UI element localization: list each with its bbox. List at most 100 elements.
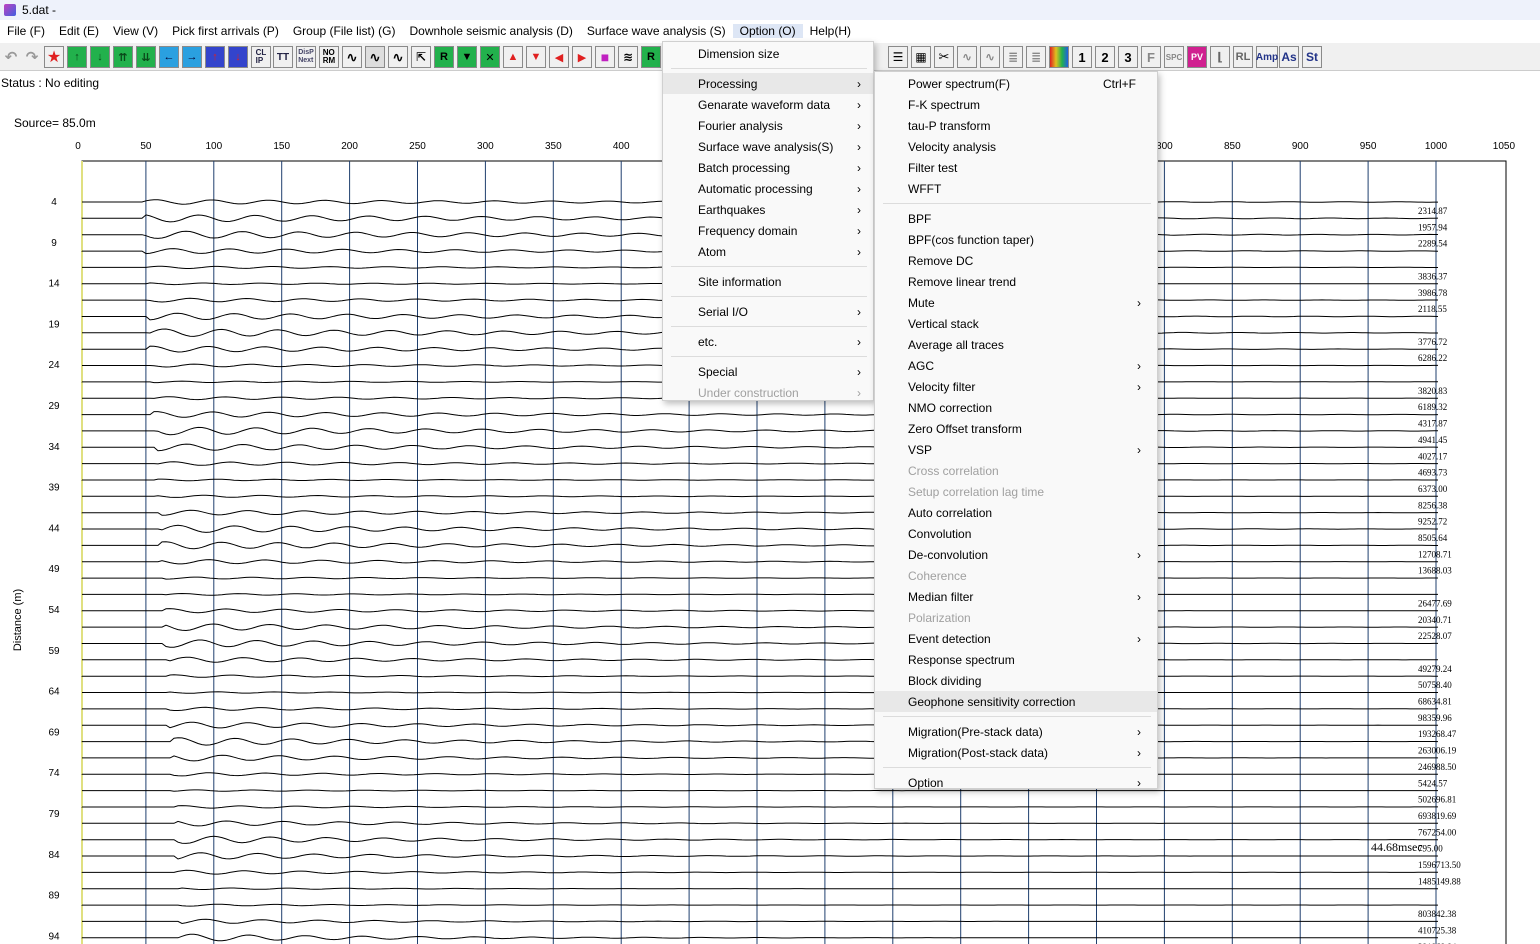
menu-item-remove-dc[interactable]: Remove DC: [875, 250, 1157, 271]
undo-icon[interactable]: ↶: [1, 46, 21, 68]
menu-item-convolution[interactable]: Convolution: [875, 523, 1157, 544]
menu-item-batch-processing[interactable]: Batch processing ›: [663, 157, 873, 178]
x-green-icon[interactable]: ✕: [480, 46, 500, 68]
r-green-button-2[interactable]: R: [641, 46, 661, 68]
arrow-down-icon[interactable]: ↓: [90, 46, 110, 68]
menu-item-remove-linear-trend[interactable]: Remove linear trend: [875, 271, 1157, 292]
clip-button[interactable]: CL IP: [251, 46, 271, 68]
menu-item-average-all-traces[interactable]: Average all traces: [875, 334, 1157, 355]
menu-pick-first-arrivals[interactable]: Pick first arrivals (P): [165, 24, 286, 38]
triangle-left-icon[interactable]: ◀: [549, 46, 569, 68]
waves-icon[interactable]: ≋: [618, 46, 638, 68]
st-button[interactable]: St: [1302, 46, 1322, 68]
cursor-icon[interactable]: ⇱: [411, 46, 431, 68]
menu-item-vsp[interactable]: VSP ›: [875, 439, 1157, 460]
menu-item-serial-i-o[interactable]: Serial I/O ›: [663, 301, 873, 322]
triangle-up-icon[interactable]: ▲: [503, 46, 523, 68]
menu-item-processing[interactable]: Processing ›: [663, 73, 873, 94]
redo-icon[interactable]: ↷: [22, 46, 42, 68]
menu-item-nmo-correction[interactable]: NMO correction: [875, 397, 1157, 418]
red-up-icon[interactable]: ↑: [205, 46, 225, 68]
star-icon[interactable]: ★: [44, 46, 64, 68]
wave-dim-icon[interactable]: ∿: [957, 46, 977, 68]
menu-item-zero-offset-transform[interactable]: Zero Offset transform: [875, 418, 1157, 439]
menu-item-f-k-spectrum[interactable]: F-K spectrum: [875, 94, 1157, 115]
lines-icon[interactable]: ☰: [888, 46, 908, 68]
r-green-button[interactable]: R: [434, 46, 454, 68]
menu-item-special[interactable]: Special ›: [663, 361, 873, 382]
menu-item-earthquakes[interactable]: Earthquakes ›: [663, 199, 873, 220]
menu-group[interactable]: Group (File list) (G): [286, 24, 403, 38]
menu-item-surface-wave-analysis-s[interactable]: Surface wave analysis(S) ›: [663, 136, 873, 157]
norm-button[interactable]: NO RM: [319, 46, 339, 68]
menu-item-de-convolution[interactable]: De-convolution ›: [875, 544, 1157, 565]
wave-pick-icon[interactable]: ∿: [365, 46, 385, 68]
wave-icon[interactable]: ∿: [342, 46, 362, 68]
red-down-icon[interactable]: ↓: [228, 46, 248, 68]
arrow-up-icon[interactable]: ↑: [67, 46, 87, 68]
menu-item-genarate-waveform-data[interactable]: Genarate waveform data ›: [663, 94, 873, 115]
button-3[interactable]: 3: [1118, 46, 1138, 68]
scissors-icon[interactable]: ✂: [934, 46, 954, 68]
rl-icon[interactable]: RL: [1233, 46, 1253, 68]
menu-edit[interactable]: Edit (E): [52, 24, 106, 38]
disp-next-button[interactable]: DisP Next: [296, 46, 316, 68]
menu-view[interactable]: View (V): [106, 24, 165, 38]
menu-option[interactable]: Option (O): [732, 24, 803, 38]
f-icon[interactable]: F: [1141, 46, 1161, 68]
double-down-icon[interactable]: ⇊: [136, 46, 156, 68]
menu-downhole-seismic[interactable]: Downhole seismic analysis (D): [403, 24, 580, 38]
filter-icon-2[interactable]: ≣: [1026, 46, 1046, 68]
menu-item-response-spectrum[interactable]: Response spectrum: [875, 649, 1157, 670]
pv-icon[interactable]: PV: [1187, 46, 1207, 68]
menu-item-median-filter[interactable]: Median filter ›: [875, 586, 1157, 607]
menu-item-velocity-filter[interactable]: Velocity filter ›: [875, 376, 1157, 397]
double-up-icon[interactable]: ⇈: [113, 46, 133, 68]
menu-item-option[interactable]: Option ›: [875, 772, 1157, 793]
menu-item-geophone-sensitivity-correction[interactable]: Geophone sensitivity correction: [875, 691, 1157, 712]
menu-item-block-dividing[interactable]: Block dividing: [875, 670, 1157, 691]
menu-item-etc[interactable]: etc. ›: [663, 331, 873, 352]
menu-item-fourier-analysis[interactable]: Fourier analysis ›: [663, 115, 873, 136]
menu-surface-wave[interactable]: Surface wave analysis (S): [580, 24, 733, 38]
menu-item-dimension-size[interactable]: Dimension size: [663, 43, 873, 64]
menu-item-atom[interactable]: Atom ›: [663, 241, 873, 262]
menu-item-migration-post-stack-data[interactable]: Migration(Post-stack data) ›: [875, 742, 1157, 763]
hatch-icon[interactable]: ▦: [911, 46, 931, 68]
tt-button[interactable]: TT: [273, 46, 293, 68]
button-1[interactable]: 1: [1072, 46, 1092, 68]
menu-item-tau-p-transform[interactable]: tau-P transform: [875, 115, 1157, 136]
curve-icon[interactable]: ⌊: [1210, 46, 1230, 68]
color-icon[interactable]: [1049, 46, 1069, 68]
menu-item-site-information[interactable]: Site information: [663, 271, 873, 292]
menu-item-frequency-domain[interactable]: Frequency domain ›: [663, 220, 873, 241]
menu-item-auto-correlation[interactable]: Auto correlation: [875, 502, 1157, 523]
menu-item-power-spectrum-f[interactable]: Power spectrum(F) Ctrl+F: [875, 73, 1157, 94]
menu-item-migration-pre-stack-data[interactable]: Migration(Pre-stack data) ›: [875, 721, 1157, 742]
menu-item-event-detection[interactable]: Event detection ›: [875, 628, 1157, 649]
triangle-right-icon[interactable]: ▶: [572, 46, 592, 68]
triangle-down-icon[interactable]: ▼: [526, 46, 546, 68]
v-green-icon[interactable]: ▼: [457, 46, 477, 68]
menu-item-agc[interactable]: AGC ›: [875, 355, 1157, 376]
filter-icon[interactable]: ≣: [1003, 46, 1023, 68]
spec-icon[interactable]: SPC: [1164, 46, 1184, 68]
arrow-right-icon[interactable]: →: [182, 46, 202, 68]
menu-item-automatic-processing[interactable]: Automatic processing ›: [663, 178, 873, 199]
as-button[interactable]: As: [1279, 46, 1299, 68]
menu-item-wfft[interactable]: WFFT: [875, 178, 1157, 199]
wave-dim-icon-2[interactable]: ∿: [980, 46, 1000, 68]
square-icon[interactable]: ■: [595, 46, 615, 68]
amp-button[interactable]: Amp: [1256, 46, 1278, 68]
menu-file[interactable]: File (F): [0, 24, 52, 38]
menu-item-bpf[interactable]: BPF: [875, 208, 1157, 229]
menu-item-vertical-stack[interactable]: Vertical stack: [875, 313, 1157, 334]
menu-item-mute[interactable]: Mute ›: [875, 292, 1157, 313]
menu-item-velocity-analysis[interactable]: Velocity analysis: [875, 136, 1157, 157]
menu-item-bpf-cos-function-taper[interactable]: BPF(cos function taper): [875, 229, 1157, 250]
menu-item-filter-test[interactable]: Filter test: [875, 157, 1157, 178]
arrow-left-icon[interactable]: ←: [159, 46, 179, 68]
wave-alt-icon[interactable]: ∿: [388, 46, 408, 68]
button-2[interactable]: 2: [1095, 46, 1115, 68]
menu-help[interactable]: Help(H): [803, 24, 858, 38]
